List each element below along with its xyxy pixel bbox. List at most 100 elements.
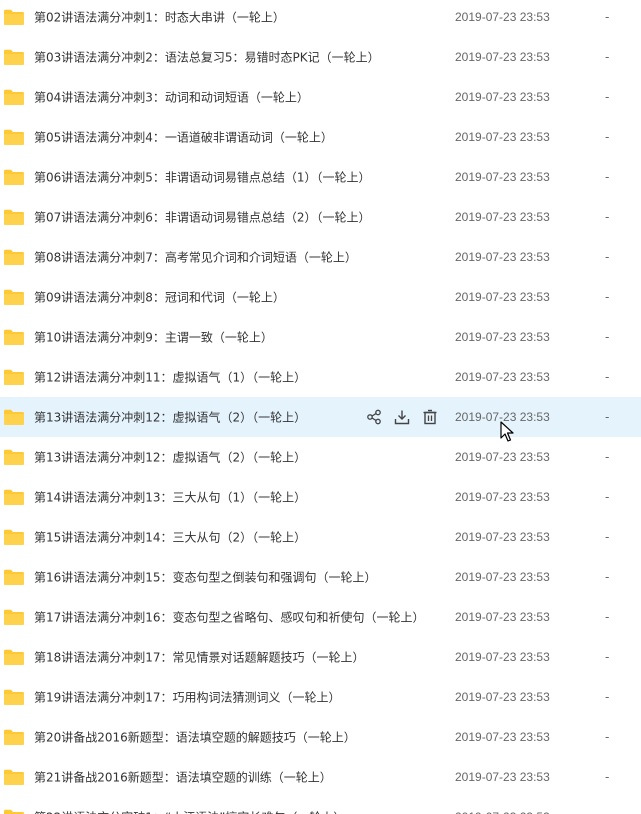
file-name[interactable]: 第15讲语法满分冲刺14：三大从句（2）（一轮上） [34, 529, 306, 546]
file-date: 2019-07-23 23:53 [455, 250, 550, 264]
folder-icon [4, 289, 24, 305]
file-row[interactable]: 第13讲语法满分冲刺12：虚拟语气（2）（一轮上） 2019-07-23 23:5… [0, 397, 641, 437]
folder-icon [4, 729, 24, 745]
file-row[interactable]: 第08讲语法满分冲刺7：高考常见介词和介词短语（一轮上） 2019-07-23 2… [0, 237, 641, 277]
file-row[interactable]: 第06讲语法满分冲刺5：非谓语动词易错点总结（1）（一轮上） 2019-07-23… [0, 157, 641, 197]
folder-icon [4, 809, 24, 814]
file-name[interactable]: 第04讲语法满分冲刺3：动词和动词短语（一轮上） [34, 89, 309, 106]
file-size: - [605, 610, 610, 624]
file-row[interactable]: 第02讲语法满分冲刺1：时态大串讲（一轮上） 2019-07-23 23:53 - [0, 0, 641, 37]
file-name[interactable]: 第21讲备战2016新题型：语法填空题的训练（一轮上） [34, 769, 332, 786]
folder-icon [4, 769, 24, 785]
file-row[interactable]: 第14讲语法满分冲刺13：三大从句（1）（一轮上） 2019-07-23 23:5… [0, 477, 641, 517]
file-size: - [605, 130, 610, 144]
folder-icon [4, 169, 24, 185]
folder-icon [4, 9, 24, 25]
file-size: - [605, 290, 610, 304]
folder-icon [4, 449, 24, 465]
folder-icon [4, 249, 24, 265]
file-date: 2019-07-23 23:53 [455, 130, 550, 144]
folder-icon [4, 409, 24, 425]
file-name[interactable]: 第12讲语法满分冲刺11：虚拟语气（1）（一轮上） [34, 369, 306, 386]
file-row[interactable]: 第15讲语法满分冲刺14：三大从句（2）（一轮上） 2019-07-23 23:5… [0, 517, 641, 557]
file-date: 2019-07-23 23:53 [455, 650, 550, 664]
file-date: 2019-07-23 23:53 [455, 810, 550, 814]
file-name[interactable]: 第02讲语法满分冲刺1：时态大串讲（一轮上） [34, 9, 285, 26]
file-row[interactable]: 第04讲语法满分冲刺3：动词和动词短语（一轮上） 2019-07-23 23:53… [0, 77, 641, 117]
file-name[interactable]: 第14讲语法满分冲刺13：三大从句（1）（一轮上） [34, 489, 306, 506]
file-name[interactable]: 第17讲语法满分冲刺16：变态句型之省略句、感叹句和祈使句（一轮上） [34, 609, 425, 626]
file-date: 2019-07-23 23:53 [455, 730, 550, 744]
file-row[interactable]: 第10讲语法满分冲刺9：主谓一致（一轮上） 2019-07-23 23:53 - [0, 317, 641, 357]
file-row[interactable]: 第19讲语法满分冲刺17：巧用构词法猜测词义（一轮上） 2019-07-23 23… [0, 677, 641, 717]
file-date: 2019-07-23 23:53 [455, 690, 550, 704]
file-row[interactable]: 第03讲语法满分冲刺2：语法总复习5：易错时态PK记（一轮上） 2019-07-2… [0, 37, 641, 77]
folder-icon [4, 609, 24, 625]
file-date: 2019-07-23 23:53 [455, 210, 550, 224]
file-name[interactable]: 第20讲备战2016新题型：语法填空题的解题技巧（一轮上） [34, 729, 356, 746]
file-date: 2019-07-23 23:53 [455, 50, 550, 64]
download-icon[interactable] [394, 409, 410, 425]
folder-icon [4, 689, 24, 705]
file-date: 2019-07-23 23:53 [455, 170, 550, 184]
file-size: - [605, 330, 610, 344]
folder-icon [4, 569, 24, 585]
file-date: 2019-07-23 23:53 [455, 90, 550, 104]
file-size: - [605, 370, 610, 384]
folder-icon [4, 529, 24, 545]
trash-icon[interactable] [422, 409, 438, 425]
file-date: 2019-07-23 23:53 [455, 770, 550, 784]
file-size: - [605, 90, 610, 104]
file-name[interactable]: 第06讲语法满分冲刺5：非谓语动词易错点总结（1）（一轮上） [34, 169, 371, 186]
file-row[interactable]: 第12讲语法满分冲刺11：虚拟语气（1）（一轮上） 2019-07-23 23:5… [0, 357, 641, 397]
file-row[interactable]: 第21讲备战2016新题型：语法填空题的训练（一轮上） 2019-07-23 23… [0, 757, 641, 797]
file-date: 2019-07-23 23:53 [455, 530, 550, 544]
file-size: - [605, 10, 610, 24]
file-name[interactable]: 第19讲语法满分冲刺17：巧用构词法猜测词义（一轮上） [34, 689, 341, 706]
file-name[interactable]: 第08讲语法满分冲刺7：高考常见介词和介词短语（一轮上） [34, 249, 357, 266]
file-size: - [605, 730, 610, 744]
file-list: 第02讲语法满分冲刺1：时态大串讲（一轮上） 2019-07-23 23:53- 第… [0, 0, 641, 814]
file-size: - [605, 170, 610, 184]
file-size: - [605, 530, 610, 544]
share-icon[interactable] [366, 409, 382, 425]
file-size: - [605, 650, 610, 664]
file-row[interactable]: 第09讲语法满分冲刺8：冠词和代词（一轮上） 2019-07-23 23:53 - [0, 277, 641, 317]
folder-icon [4, 129, 24, 145]
file-name[interactable]: 第13讲语法满分冲刺12：虚拟语气（2）（一轮上） [34, 409, 306, 426]
row-actions [366, 409, 438, 425]
file-name[interactable]: 第16讲语法满分冲刺15：变态句型之倒装句和强调句（一轮上） [34, 569, 377, 586]
file-name[interactable]: 第18讲语法满分冲刺17：常见情景对话题解题技巧（一轮上） [34, 649, 365, 666]
file-name[interactable]: 第10讲语法满分冲刺9：主谓一致（一轮上） [34, 329, 273, 346]
file-size: - [605, 490, 610, 504]
file-row[interactable]: 第20讲备战2016新题型：语法填空题的解题技巧（一轮上） 2019-07-23 … [0, 717, 641, 757]
file-size: - [605, 770, 610, 784]
folder-icon [4, 89, 24, 105]
file-row[interactable]: 第13讲语法满分冲刺12：虚拟语气（2）（一轮上） 2019-07-23 23:5… [0, 437, 641, 477]
file-date: 2019-07-23 23:53 [455, 330, 550, 344]
file-row[interactable]: 第22讲语法充分突破1：“小汪语法”搞定长难句（一轮上） 2019-07-23 2… [0, 797, 641, 814]
file-row[interactable]: 第05讲语法满分冲刺4：一语道破非谓语动词（一轮上） 2019-07-23 23:… [0, 117, 641, 157]
file-name[interactable]: 第07讲语法满分冲刺6：非谓语动词易错点总结（2）（一轮上） [34, 209, 371, 226]
folder-icon [4, 329, 24, 345]
file-name[interactable]: 第03讲语法满分冲刺2：语法总复习5：易错时态PK记（一轮上） [34, 49, 380, 66]
file-row[interactable]: 第18讲语法满分冲刺17：常见情景对话题解题技巧（一轮上） 2019-07-23 … [0, 637, 641, 677]
file-row[interactable]: 第16讲语法满分冲刺15：变态句型之倒装句和强调句（一轮上） 2019-07-23… [0, 557, 641, 597]
folder-icon [4, 369, 24, 385]
file-date: 2019-07-23 23:53 [455, 610, 550, 624]
file-date: 2019-07-23 23:53 [455, 570, 550, 584]
file-date: 2019-07-23 23:53 [455, 490, 550, 504]
file-size: - [605, 410, 610, 424]
file-row[interactable]: 第07讲语法满分冲刺6：非谓语动词易错点总结（2）（一轮上） 2019-07-23… [0, 197, 641, 237]
file-name[interactable]: 第05讲语法满分冲刺4：一语道破非谓语动词（一轮上） [34, 129, 333, 146]
file-row[interactable]: 第17讲语法满分冲刺16：变态句型之省略句、感叹句和祈使句（一轮上） 2019-0… [0, 597, 641, 637]
file-date: 2019-07-23 23:53 [455, 10, 550, 24]
file-size: - [605, 570, 610, 584]
file-name[interactable]: 第09讲语法满分冲刺8：冠词和代词（一轮上） [34, 289, 285, 306]
file-date: 2019-07-23 23:53 [455, 410, 550, 424]
file-name[interactable]: 第22讲语法充分突破1：“小汪语法”搞定长难句（一轮上） [34, 809, 345, 814]
file-size: - [605, 690, 610, 704]
file-name[interactable]: 第13讲语法满分冲刺12：虚拟语气（2）（一轮上） [34, 449, 306, 466]
file-date: 2019-07-23 23:53 [455, 450, 550, 464]
folder-icon [4, 649, 24, 665]
